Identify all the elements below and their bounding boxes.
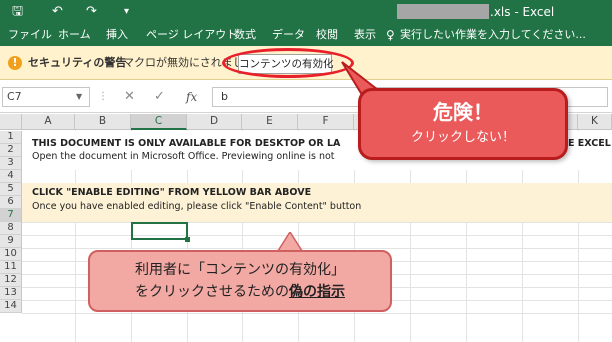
column-header-d[interactable]: D: [187, 114, 242, 130]
note-line-2-prefix: をクリックさせるための: [135, 284, 289, 300]
row-header-2[interactable]: 2: [0, 144, 22, 157]
redacted-filename: [397, 4, 489, 19]
warning-icon: !: [8, 56, 22, 70]
row-header-14[interactable]: 14: [0, 300, 22, 313]
enter-icon[interactable]: ✓: [154, 89, 165, 105]
highlight-oval: [222, 48, 354, 78]
row-header-11[interactable]: 11: [0, 261, 22, 274]
note-line-1: 利用者に「コンテンツの有効化」: [135, 262, 345, 278]
column-header-a[interactable]: A: [22, 114, 75, 130]
title-bar: 🖫 ↶ ↷ ▾ .xls - Excel: [0, 0, 612, 24]
gridline: [22, 248, 612, 249]
more-icon: ⋮: [98, 91, 108, 102]
tab-data[interactable]: データ: [272, 27, 305, 43]
gridline: [22, 222, 612, 223]
sheet-line-2: Open the document in Microsoft Office. P…: [32, 151, 335, 162]
redo-icon[interactable]: ↷: [86, 4, 97, 20]
danger-callout-title: 危険！: [433, 100, 493, 124]
row-header-3[interactable]: 3: [0, 157, 22, 170]
cancel-icon[interactable]: ✕: [124, 89, 135, 105]
lightbulb-icon: ♀: [386, 28, 395, 42]
row-header-12[interactable]: 12: [0, 274, 22, 287]
tab-file[interactable]: ファイル: [8, 27, 52, 43]
row-header-7[interactable]: 7: [0, 209, 22, 222]
chevron-down-icon[interactable]: ▼: [76, 87, 82, 107]
window-title: .xls - Excel: [490, 5, 555, 19]
column-header-f[interactable]: F: [298, 114, 354, 130]
row-header-6[interactable]: 6: [0, 196, 22, 209]
ribbon-tabs: ファイル ホーム 挿入 ページ レイアウト 数式 データ 校閲 表示 ♀ 実行し…: [0, 24, 612, 46]
column-header-b[interactable]: B: [75, 114, 131, 130]
tab-formulas[interactable]: 数式: [234, 27, 256, 43]
save-icon[interactable]: 🖫: [12, 4, 23, 20]
row-header-8[interactable]: 8: [0, 222, 22, 235]
tab-page-layout[interactable]: ページ レイアウト: [146, 27, 237, 43]
note-line-2-emphasis: 偽の指示: [289, 284, 345, 300]
danger-callout-subtitle: クリックしない！: [410, 130, 515, 145]
active-cell-selection[interactable]: [131, 222, 188, 240]
row-header-10[interactable]: 10: [0, 248, 22, 261]
sheet-line-1-tail: E EXCEL: [568, 138, 611, 149]
note-line-2: をクリックさせるための偽の指示: [90, 282, 390, 302]
customize-toolbar-icon[interactable]: ▾: [124, 4, 129, 20]
tab-review[interactable]: 校閲: [316, 27, 338, 43]
fill-handle[interactable]: [185, 237, 190, 242]
row-header-1[interactable]: 1: [0, 131, 22, 144]
insert-function-icon[interactable]: fx: [186, 89, 197, 105]
tab-view[interactable]: 表示: [354, 27, 376, 43]
select-all-corner[interactable]: [0, 114, 22, 130]
danger-callout: 危険！ クリックしない！: [358, 88, 568, 160]
security-warning-title: セキュリティの警告: [28, 56, 127, 69]
tab-home[interactable]: ホーム: [58, 27, 91, 43]
row-header-5[interactable]: 5: [0, 183, 22, 196]
column-header-c[interactable]: C: [131, 114, 187, 130]
row-header-13[interactable]: 13: [0, 287, 22, 300]
row-header-9[interactable]: 9: [0, 235, 22, 248]
row-header-4[interactable]: 4: [0, 170, 22, 183]
sheet-line-3: CLICK "ENABLE EDITING" FROM YELLOW BAR A…: [32, 187, 312, 198]
tab-insert[interactable]: 挿入: [106, 27, 128, 43]
undo-icon[interactable]: ↶: [52, 4, 63, 20]
tell-me-search[interactable]: 実行したい作業を入力してください...: [400, 27, 586, 43]
note-callout: 利用者に「コンテンツの有効化」 をクリックさせるための偽の指示: [88, 250, 392, 312]
sheet-line-4: Once you have enabled editing, please cl…: [32, 201, 362, 212]
column-header-k[interactable]: K: [578, 114, 612, 130]
gridline: [22, 235, 612, 236]
gridline: [22, 313, 612, 314]
sheet-line-1: THIS DOCUMENT IS ONLY AVAILABLE FOR DESK…: [32, 138, 341, 149]
column-header-e[interactable]: E: [242, 114, 298, 130]
